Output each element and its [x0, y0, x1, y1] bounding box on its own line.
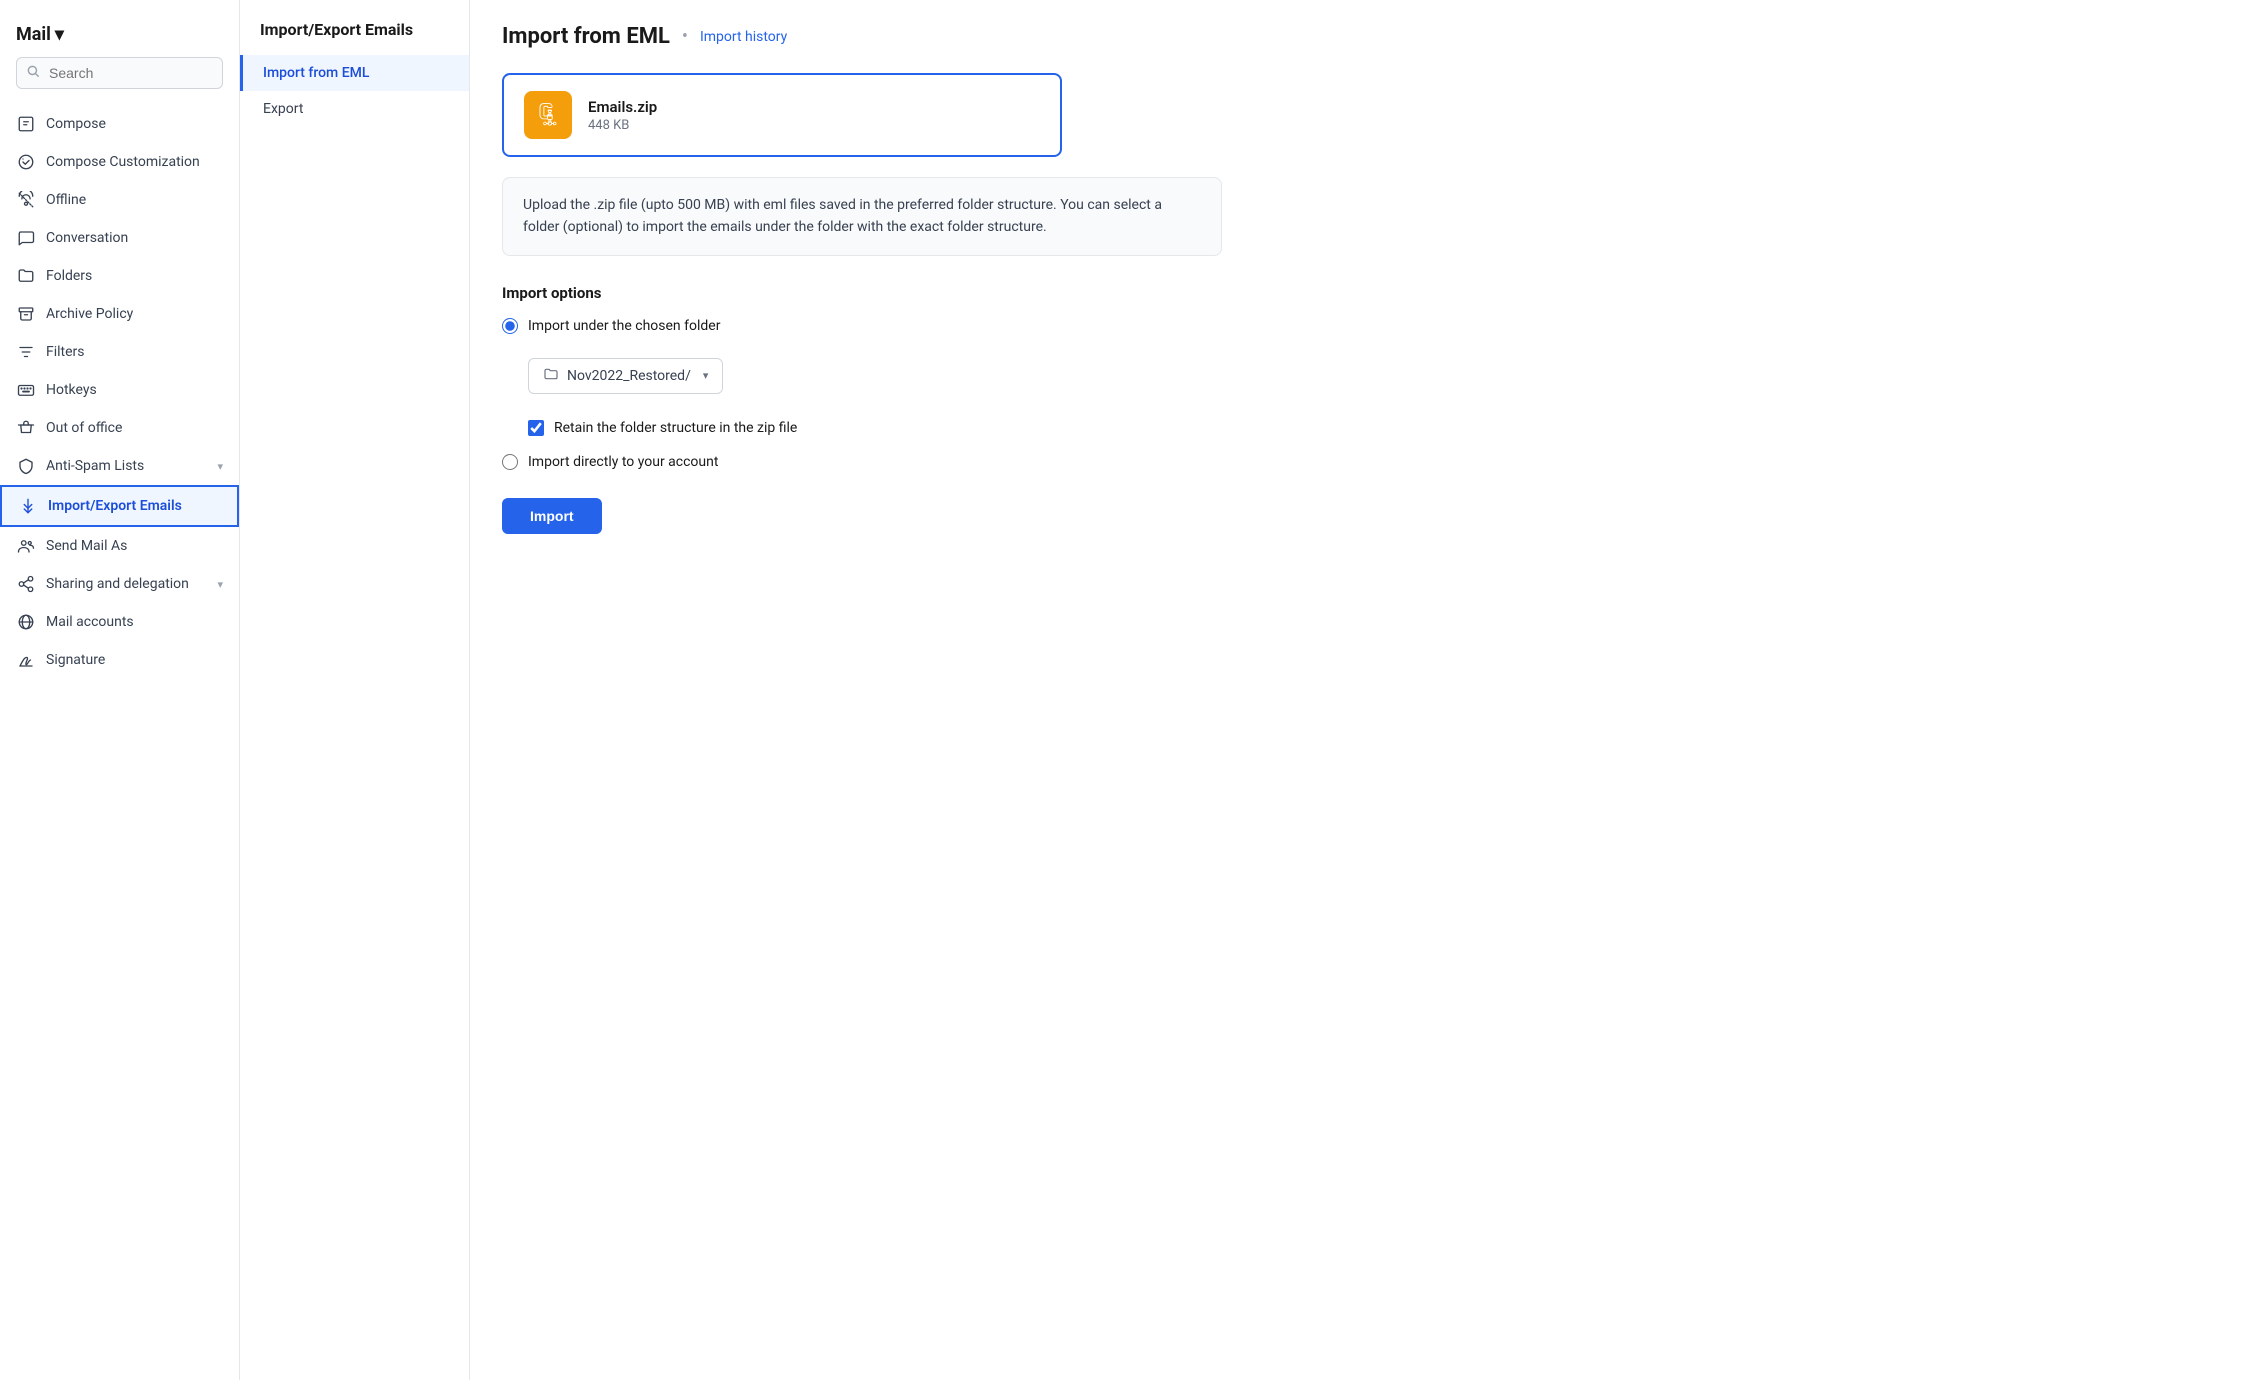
radio-directly-input[interactable]: [502, 454, 518, 470]
sidebar-item-compose-customization[interactable]: Compose Customization: [0, 143, 239, 181]
search-icon: [26, 64, 40, 82]
file-zip-icon: 🗜: [524, 91, 572, 139]
radio-directly[interactable]: Import directly to your account: [502, 454, 2232, 470]
archive-icon: [16, 304, 36, 324]
sidebar-item-hotkeys[interactable]: Hotkeys: [0, 371, 239, 409]
compose-icon: [16, 114, 36, 134]
sidebar-item-filters-label: Filters: [46, 344, 223, 360]
compose-custom-icon: [16, 152, 36, 172]
page-header: Import from EML • Import history: [502, 24, 2232, 49]
sidebar-item-signature-label: Signature: [46, 652, 223, 668]
sidebar-item-offline-label: Offline: [46, 192, 223, 208]
sidebar-item-out-of-office-label: Out of office: [46, 420, 223, 436]
file-info: Emails.zip 448 KB: [588, 98, 657, 133]
anti-spam-icon: [16, 456, 36, 476]
sidebar-item-hotkeys-label: Hotkeys: [46, 382, 223, 398]
page-title: Import from EML: [502, 24, 670, 49]
middle-nav-import-eml-label: Import from EML: [263, 65, 369, 81]
search-box: [16, 57, 223, 89]
middle-panel: Import/Export Emails Import from EML Exp…: [240, 0, 470, 1380]
file-size: 448 KB: [588, 118, 657, 133]
conversation-icon: [16, 228, 36, 248]
sidebar-item-send-mail-as-label: Send Mail As: [46, 538, 223, 554]
sidebar-item-archive-policy[interactable]: Archive Policy: [0, 295, 239, 333]
sidebar-header: Mail ▾: [0, 16, 239, 105]
folder-select-name: Nov2022_Restored/: [567, 368, 691, 384]
sidebar-item-folders-label: Folders: [46, 268, 223, 284]
app-title[interactable]: Mail ▾: [16, 24, 223, 45]
filters-icon: [16, 342, 36, 362]
sidebar: Mail ▾ Compose Compose Customization Off…: [0, 0, 240, 1380]
import-options-title: Import options: [502, 284, 2232, 302]
mail-accounts-icon: [16, 612, 36, 632]
sidebar-item-archive-policy-label: Archive Policy: [46, 306, 223, 322]
sidebar-item-compose-customization-label: Compose Customization: [46, 154, 223, 170]
sidebar-item-anti-spam[interactable]: Anti-Spam Lists ▾: [0, 447, 239, 485]
middle-nav-export-label: Export: [263, 101, 303, 117]
sidebar-item-sharing-delegation[interactable]: Sharing and delegation ▾: [0, 565, 239, 603]
anti-spam-chevron-icon: ▾: [217, 460, 223, 473]
folders-icon: [16, 266, 36, 286]
sidebar-item-sharing-delegation-label: Sharing and delegation: [46, 576, 207, 592]
sidebar-item-mail-accounts-label: Mail accounts: [46, 614, 223, 630]
middle-nav-export[interactable]: Export: [240, 91, 469, 127]
file-card[interactable]: 🗜 Emails.zip 448 KB: [502, 73, 1062, 157]
folder-icon: [543, 366, 559, 386]
checkbox-retain-structure[interactable]: Retain the folder structure in the zip f…: [528, 420, 2232, 436]
description-text: Upload the .zip file (upto 500 MB) with …: [523, 197, 1162, 235]
sidebar-item-import-export[interactable]: Import/Export Emails: [0, 485, 239, 527]
hotkeys-icon: [16, 380, 36, 400]
signature-icon: [16, 650, 36, 670]
header-dot: •: [682, 26, 688, 47]
app-title-text: Mail: [16, 24, 51, 45]
sidebar-item-signature[interactable]: Signature: [0, 641, 239, 679]
search-input[interactable]: [16, 57, 223, 89]
radio-chosen-folder-label: Import under the chosen folder: [528, 318, 720, 334]
out-of-office-icon: [16, 418, 36, 438]
main-content: Import from EML • Import history 🗜 Email…: [470, 0, 2264, 1380]
sidebar-item-mail-accounts[interactable]: Mail accounts: [0, 603, 239, 641]
sidebar-item-anti-spam-label: Anti-Spam Lists: [46, 458, 207, 474]
sidebar-item-import-export-label: Import/Export Emails: [48, 498, 221, 514]
middle-nav-import-eml[interactable]: Import from EML: [240, 55, 469, 91]
radio-chosen-folder-input[interactable]: [502, 318, 518, 334]
offline-icon: [16, 190, 36, 210]
radio-directly-label: Import directly to your account: [528, 454, 718, 470]
sidebar-item-out-of-office[interactable]: Out of office: [0, 409, 239, 447]
sidebar-item-folders[interactable]: Folders: [0, 257, 239, 295]
sidebar-item-conversation-label: Conversation: [46, 230, 223, 246]
import-export-icon: [18, 496, 38, 516]
sidebar-item-conversation[interactable]: Conversation: [0, 219, 239, 257]
file-name: Emails.zip: [588, 98, 657, 116]
sidebar-item-compose-label: Compose: [46, 116, 223, 132]
sidebar-item-compose[interactable]: Compose: [0, 105, 239, 143]
sharing-icon: [16, 574, 36, 594]
sharing-chevron-icon: ▾: [217, 578, 223, 591]
send-mail-as-icon: [16, 536, 36, 556]
sidebar-item-offline[interactable]: Offline: [0, 181, 239, 219]
import-options-group: Import under the chosen folder Nov2022_R…: [502, 318, 2232, 470]
radio-chosen-folder[interactable]: Import under the chosen folder: [502, 318, 2232, 334]
app-title-chevron: ▾: [55, 24, 64, 45]
import-button[interactable]: Import: [502, 498, 602, 534]
checkbox-retain-input[interactable]: [528, 420, 544, 436]
description-box: Upload the .zip file (upto 500 MB) with …: [502, 177, 1222, 256]
folder-select[interactable]: Nov2022_Restored/ ▾: [528, 358, 723, 394]
import-history-link[interactable]: Import history: [700, 29, 787, 45]
middle-panel-title: Import/Export Emails: [240, 20, 469, 55]
checkbox-retain-label: Retain the folder structure in the zip f…: [554, 420, 797, 436]
sidebar-item-send-mail-as[interactable]: Send Mail As: [0, 527, 239, 565]
folder-select-chevron-icon: ▾: [703, 369, 709, 382]
sidebar-item-filters[interactable]: Filters: [0, 333, 239, 371]
